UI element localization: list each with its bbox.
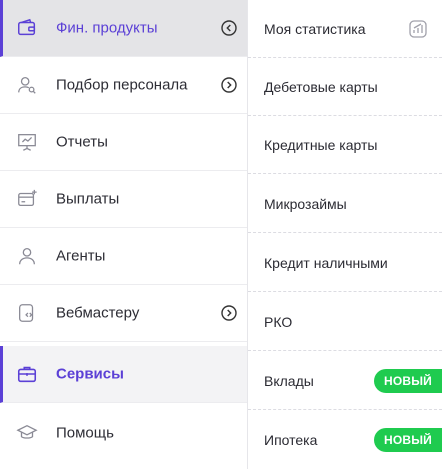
submenu-item-rko[interactable]: РКО bbox=[248, 293, 442, 351]
submenu-item-label: Микрозаймы bbox=[264, 195, 347, 212]
code-device-icon bbox=[19, 304, 34, 322]
sidebar-item-help[interactable]: Помощь bbox=[0, 404, 247, 461]
submenu-item-cash-credit[interactable]: Кредит наличными bbox=[248, 234, 442, 292]
sidebar-item-recruiting[interactable]: Подбор персонала bbox=[0, 57, 247, 114]
submenu-item-label: Кредитные карты bbox=[264, 136, 378, 153]
submenu-panel: Моя статистика Дебетовые карты Кредитные… bbox=[248, 0, 442, 469]
sidebar-item-label: Помощь bbox=[56, 424, 114, 441]
submenu-item-label: Вклады bbox=[264, 372, 314, 389]
stats-icon bbox=[409, 19, 427, 38]
sidebar-item-services[interactable]: Сервисы bbox=[0, 346, 247, 403]
main-sidebar: Фин. продукты Подбор персонала Отчеты Вы… bbox=[0, 0, 248, 469]
submenu-item-mortgage[interactable]: Ипотека НОВЫЙ bbox=[248, 411, 442, 469]
chevron-left-circle-icon[interactable] bbox=[221, 20, 237, 36]
sidebar-item-agents[interactable]: Агенты bbox=[0, 228, 247, 285]
sidebar-item-label: Вебмастеру bbox=[56, 304, 140, 322]
sidebar-item-reports[interactable]: Отчеты bbox=[0, 114, 247, 171]
submenu-item-label: Дебетовые карты bbox=[264, 78, 378, 95]
sidebar-item-label: Подбор персонала bbox=[56, 76, 188, 94]
sidebar-item-fin-products[interactable]: Фин. продукты bbox=[0, 0, 247, 57]
sidebar-item-label: Выплаты bbox=[56, 190, 120, 208]
new-badge: НОВЫЙ bbox=[373, 368, 442, 393]
sidebar-item-label: Сервисы bbox=[56, 365, 124, 383]
sidebar-item-label: Агенты bbox=[56, 247, 106, 265]
wallet-icon bbox=[18, 18, 36, 36]
user-search-icon bbox=[18, 77, 36, 94]
graduation-cap-icon bbox=[16, 424, 38, 439]
card-plus-icon bbox=[18, 189, 37, 207]
user-icon bbox=[19, 248, 35, 265]
presentation-chart-icon bbox=[18, 134, 36, 151]
submenu-item-microloans[interactable]: Микрозаймы bbox=[248, 175, 442, 233]
sidebar-item-payouts[interactable]: Выплаты bbox=[0, 171, 247, 228]
briefcase-icon bbox=[17, 366, 37, 383]
sidebar-item-label: Фин. продукты bbox=[56, 19, 158, 37]
submenu-item-deposits[interactable]: Вклады НОВЫЙ bbox=[248, 352, 442, 410]
chevron-right-circle-icon[interactable] bbox=[221, 305, 237, 321]
submenu-item-credit-cards[interactable]: Кредитные карты bbox=[248, 116, 442, 174]
submenu-item-label: Ипотека bbox=[264, 432, 318, 448]
submenu-item-label: Кредит наличными bbox=[264, 254, 388, 271]
new-badge: НОВЫЙ bbox=[373, 428, 442, 452]
chevron-right-circle-icon[interactable] bbox=[221, 77, 237, 93]
submenu-item-debit-cards[interactable]: Дебетовые карты bbox=[248, 58, 442, 116]
submenu-item-label: РКО bbox=[264, 313, 293, 330]
submenu-item-my-stats[interactable]: Моя статистика bbox=[248, 0, 442, 58]
sidebar-item-webmaster[interactable]: Вебмастеру bbox=[0, 285, 247, 342]
sidebar-item-label: Отчеты bbox=[56, 133, 108, 151]
submenu-item-label: Моя статистика bbox=[264, 20, 366, 37]
